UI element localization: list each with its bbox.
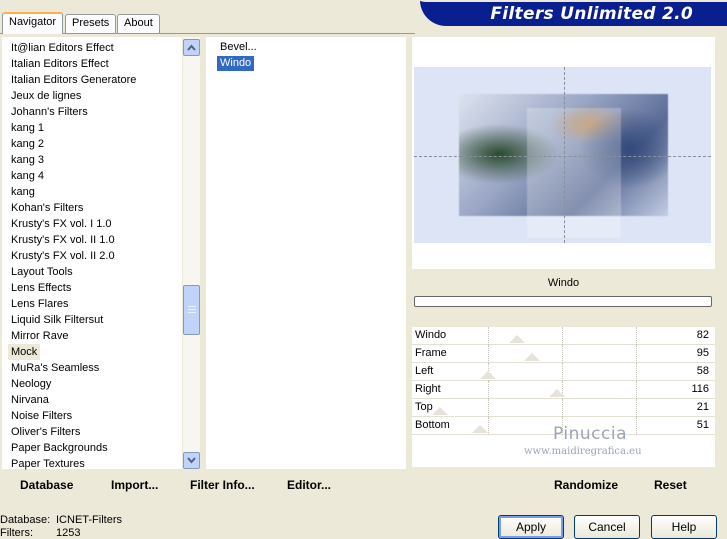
param-slider-marker[interactable] bbox=[472, 425, 488, 433]
category-item[interactable]: Mock bbox=[8, 344, 41, 360]
status-database: Database: ICNET-Filters bbox=[0, 514, 122, 526]
reset-button[interactable]: Reset bbox=[654, 478, 687, 492]
filter-info-button[interactable]: Filter Info... bbox=[190, 478, 255, 492]
category-item[interactable]: kang 1 bbox=[11, 120, 44, 136]
filter-item[interactable]: Windo bbox=[217, 56, 255, 71]
category-item[interactable]: Layout Tools bbox=[11, 264, 73, 280]
param-value: 116 bbox=[691, 383, 709, 395]
randomize-button[interactable]: Randomize bbox=[554, 478, 618, 492]
filter-item[interactable]: Bevel... bbox=[217, 40, 260, 55]
param-row[interactable]: Frame 95 bbox=[412, 345, 715, 363]
crosshair-horizontal bbox=[414, 156, 711, 157]
param-row[interactable]: Top 21 bbox=[412, 399, 715, 417]
scroll-thumb[interactable] bbox=[183, 285, 200, 335]
param-value: 21 bbox=[696, 401, 709, 413]
param-slider-marker[interactable] bbox=[549, 389, 565, 397]
left-toolbar: Database Import... Filter Info... Editor… bbox=[2, 471, 406, 499]
category-list[interactable]: It@lian Editors Effect Italian Editors Ef… bbox=[2, 37, 182, 472]
param-row[interactable]: Right 116 bbox=[412, 381, 715, 399]
tab-navigator[interactable]: Navigator bbox=[2, 12, 64, 34]
category-item[interactable]: kang bbox=[11, 184, 35, 200]
editor-button[interactable]: Editor... bbox=[287, 478, 331, 492]
category-item[interactable]: kang 4 bbox=[11, 168, 44, 184]
status-filters: Filters: 1253 bbox=[0, 527, 80, 539]
category-item[interactable]: kang 2 bbox=[11, 136, 44, 152]
category-item[interactable]: Lens Flares bbox=[11, 296, 68, 312]
param-row[interactable]: Left 58 bbox=[412, 363, 715, 381]
param-value: 58 bbox=[696, 365, 709, 377]
category-item[interactable]: Krusty's FX vol. I 1.0 bbox=[11, 216, 112, 232]
category-item[interactable]: Paper Backgrounds bbox=[11, 440, 108, 456]
cancel-button[interactable]: Cancel bbox=[574, 515, 640, 539]
status-database-value: ICNET-Filters bbox=[56, 514, 122, 526]
category-item[interactable]: Liquid Silk Filtersut bbox=[11, 312, 103, 328]
param-value: 82 bbox=[696, 329, 709, 341]
param-label: Left bbox=[415, 365, 434, 377]
category-item[interactable]: Mirror Rave bbox=[11, 328, 68, 344]
status-filters-label: Filters: bbox=[0, 527, 33, 539]
scroll-down-button[interactable] bbox=[183, 452, 200, 469]
category-item[interactable]: Kohan's Filters bbox=[11, 200, 83, 216]
param-label: Windo bbox=[415, 329, 447, 341]
chevron-down-icon bbox=[187, 457, 196, 464]
apply-button[interactable]: Apply bbox=[498, 515, 564, 539]
watermark-name: Pinuccia bbox=[553, 424, 627, 444]
category-item[interactable]: MuRa's Seamless bbox=[11, 360, 99, 376]
category-scrollbar[interactable] bbox=[183, 37, 200, 469]
status-database-label: Database: bbox=[0, 514, 51, 526]
param-label: Frame bbox=[415, 347, 447, 359]
category-item[interactable]: Italian Editors Generatore bbox=[11, 72, 136, 88]
import-button[interactable]: Import... bbox=[111, 478, 158, 492]
crosshair-vertical bbox=[564, 67, 565, 243]
param-slider-marker[interactable] bbox=[524, 353, 540, 361]
preview-area[interactable] bbox=[414, 67, 711, 243]
status-filters-value: 1253 bbox=[56, 527, 81, 539]
category-item[interactable]: Italian Editors Effect bbox=[11, 56, 109, 72]
database-button[interactable]: Database bbox=[20, 478, 73, 492]
category-item[interactable]: Krusty's FX vol. II 1.0 bbox=[11, 232, 115, 248]
param-slider-marker[interactable] bbox=[432, 407, 448, 415]
param-label: Top bbox=[415, 401, 433, 413]
category-item[interactable]: Paper Textures bbox=[11, 456, 85, 472]
right-toolbar: Randomize Reset bbox=[412, 471, 715, 499]
category-item[interactable]: kang 3 bbox=[11, 152, 44, 168]
category-item[interactable]: Johann's Filters bbox=[11, 104, 88, 120]
category-item[interactable]: Jeux de lignes bbox=[11, 88, 81, 104]
filter-list[interactable]: Bevel... Windo bbox=[206, 37, 406, 469]
scroll-up-button[interactable] bbox=[183, 39, 200, 56]
preview-panel bbox=[412, 37, 715, 269]
category-item[interactable]: Neology bbox=[11, 376, 51, 392]
chevron-up-icon bbox=[187, 44, 196, 51]
category-item[interactable]: Nirvana bbox=[11, 392, 49, 408]
tab-presets[interactable]: Presets bbox=[65, 14, 117, 33]
param-value: 95 bbox=[696, 347, 709, 359]
category-item[interactable]: Oliver's Filters bbox=[11, 424, 80, 440]
title-banner: Filters Unlimited 2.0 bbox=[420, 0, 727, 26]
param-value: 51 bbox=[696, 419, 709, 431]
category-item[interactable]: Lens Effects bbox=[11, 280, 71, 296]
progress-bar bbox=[414, 296, 712, 307]
watermark-url: www.maidiregrafica.eu bbox=[524, 446, 642, 457]
param-slider-marker[interactable] bbox=[509, 335, 525, 343]
current-filter-name: Windo bbox=[547, 277, 580, 289]
param-label: Right bbox=[415, 383, 441, 395]
param-label: Bottom bbox=[415, 419, 450, 431]
app-title: Filters Unlimited 2.0 bbox=[490, 4, 693, 24]
help-button[interactable]: Help bbox=[651, 515, 717, 539]
category-item[interactable]: Noise Filters bbox=[11, 408, 72, 424]
param-slider-marker[interactable] bbox=[480, 371, 496, 379]
param-row[interactable]: Windo 82 bbox=[412, 327, 715, 345]
category-item[interactable]: It@lian Editors Effect bbox=[11, 40, 114, 56]
category-item[interactable]: Krusty's FX vol. II 2.0 bbox=[11, 248, 115, 264]
tab-about[interactable]: About bbox=[117, 14, 160, 33]
